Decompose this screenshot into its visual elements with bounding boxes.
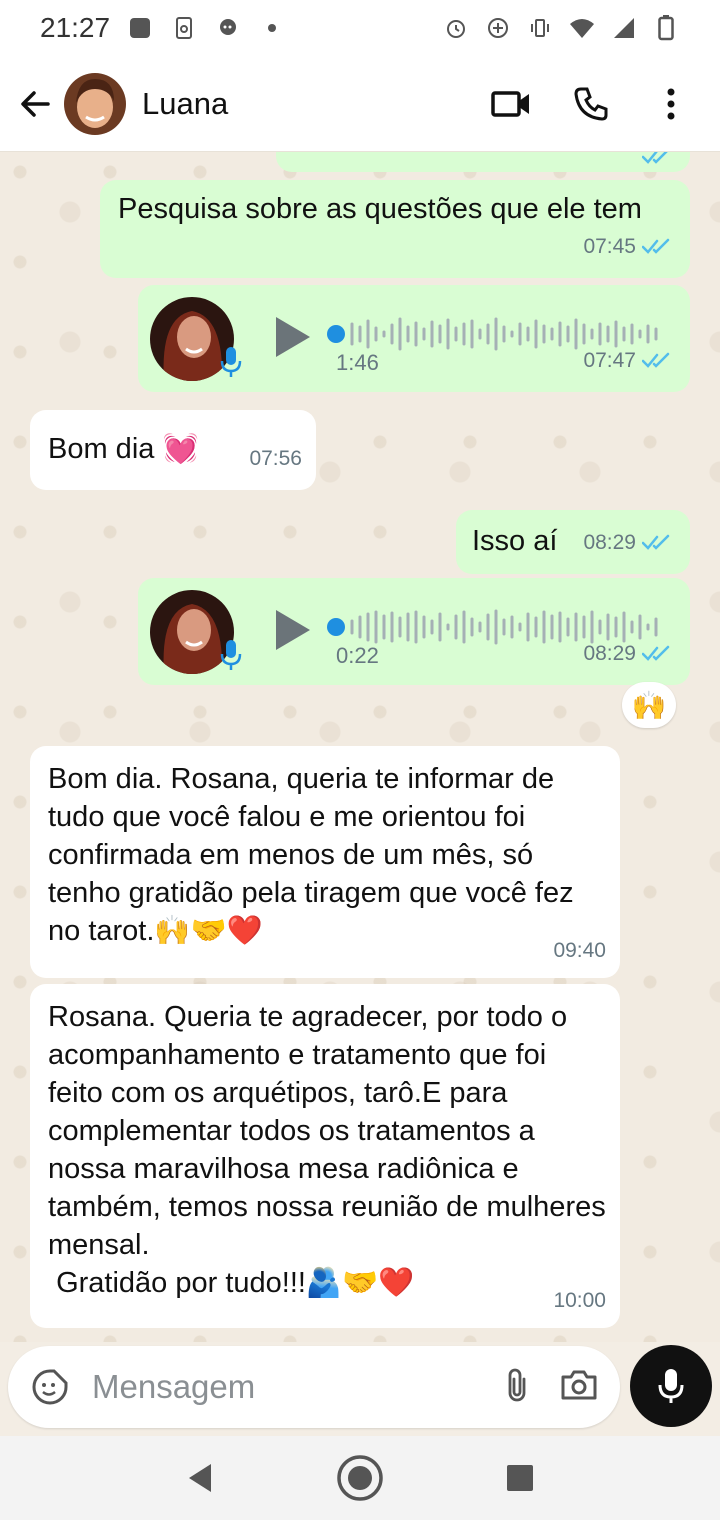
read-ticks-icon [642, 534, 670, 550]
message-bubble-incoming[interactable]: Bom dia. Rosana, queria te informar de t… [30, 746, 620, 978]
message-text: Pesquisa sobre as questões que ele tem [118, 193, 642, 225]
video-call-icon[interactable] [486, 79, 536, 129]
system-navigation-bar [0, 1436, 720, 1520]
message-time: 10:00 [553, 1289, 606, 1312]
nav-recents-icon[interactable] [490, 1448, 550, 1508]
wifi-icon [568, 14, 596, 42]
reaction-emoji: 🙌 [631, 689, 667, 721]
chat-messages: Pesquisa sobre as questões que ele tem 0… [0, 152, 720, 1342]
message-reaction[interactable]: 🙌 [622, 682, 676, 728]
mic-badge-icon [220, 347, 242, 377]
nav-back-icon[interactable] [170, 1448, 230, 1508]
attach-icon[interactable] [504, 1367, 530, 1408]
message-time: 08:29 [583, 531, 636, 554]
play-icon[interactable] [272, 608, 312, 652]
record-voice-button[interactable] [630, 1345, 712, 1427]
voice-message-bubble[interactable]: 1:46 07:47 [138, 285, 690, 392]
read-ticks-icon [642, 152, 668, 164]
message-composer: Mensagem [8, 1346, 620, 1428]
voice-duration: 1:46 [336, 350, 379, 375]
contact-avatar[interactable] [64, 72, 126, 135]
phone-sync-icon [170, 14, 198, 42]
read-ticks-icon [642, 352, 670, 368]
voice-message-bubble[interactable]: 0:22 08:29 [138, 578, 690, 685]
message-text: Rosana. Queria te agradecer, por todo o … [48, 1001, 606, 1299]
back-arrow-icon[interactable] [6, 75, 64, 133]
mic-badge-icon [220, 640, 242, 670]
read-ticks-icon [642, 645, 670, 661]
contact-name[interactable]: Luana [142, 86, 228, 122]
voice-duration: 0:22 [336, 643, 379, 668]
chat-bubble-icon [214, 14, 242, 42]
more-notifications-dot-icon [258, 14, 286, 42]
battery-icon [652, 14, 680, 42]
message-time: 07:47 [583, 349, 636, 372]
camera-icon[interactable] [560, 1369, 598, 1406]
notification-square-icon [126, 14, 154, 42]
status-bar: 21:27 [0, 0, 720, 56]
message-bubble-outgoing[interactable]: Pesquisa sobre as questões que ele tem 0… [100, 180, 690, 278]
sticker-icon[interactable] [22, 1359, 78, 1415]
message-time: 08:29 [583, 642, 636, 665]
partial-message-bubble[interactable] [276, 152, 690, 172]
message-time: 07:56 [249, 447, 302, 470]
alarm-icon [442, 14, 470, 42]
signal-icon [610, 14, 638, 42]
chat-header: Luana [0, 56, 720, 152]
message-bubble-incoming[interactable]: Rosana. Queria te agradecer, por todo o … [30, 984, 620, 1328]
message-bubble-outgoing[interactable]: Isso aí 08:29 [456, 510, 690, 574]
status-time: 21:27 [40, 12, 111, 43]
message-bubble-incoming[interactable]: Bom dia 💓 07:56 [30, 410, 316, 490]
vibrate-icon [526, 14, 554, 42]
message-input[interactable]: Mensagem [92, 1368, 255, 1406]
message-time: 07:45 [583, 235, 636, 258]
data-saver-icon [484, 14, 512, 42]
play-icon[interactable] [272, 315, 312, 359]
more-options-icon[interactable] [646, 79, 696, 129]
read-ticks-icon [642, 238, 670, 254]
message-text: Bom dia. Rosana, queria te informar de t… [48, 763, 582, 947]
voice-call-icon[interactable] [566, 79, 616, 129]
message-time: 09:40 [553, 939, 606, 962]
nav-home-icon[interactable] [330, 1448, 390, 1508]
microphone-icon [658, 1369, 684, 1403]
